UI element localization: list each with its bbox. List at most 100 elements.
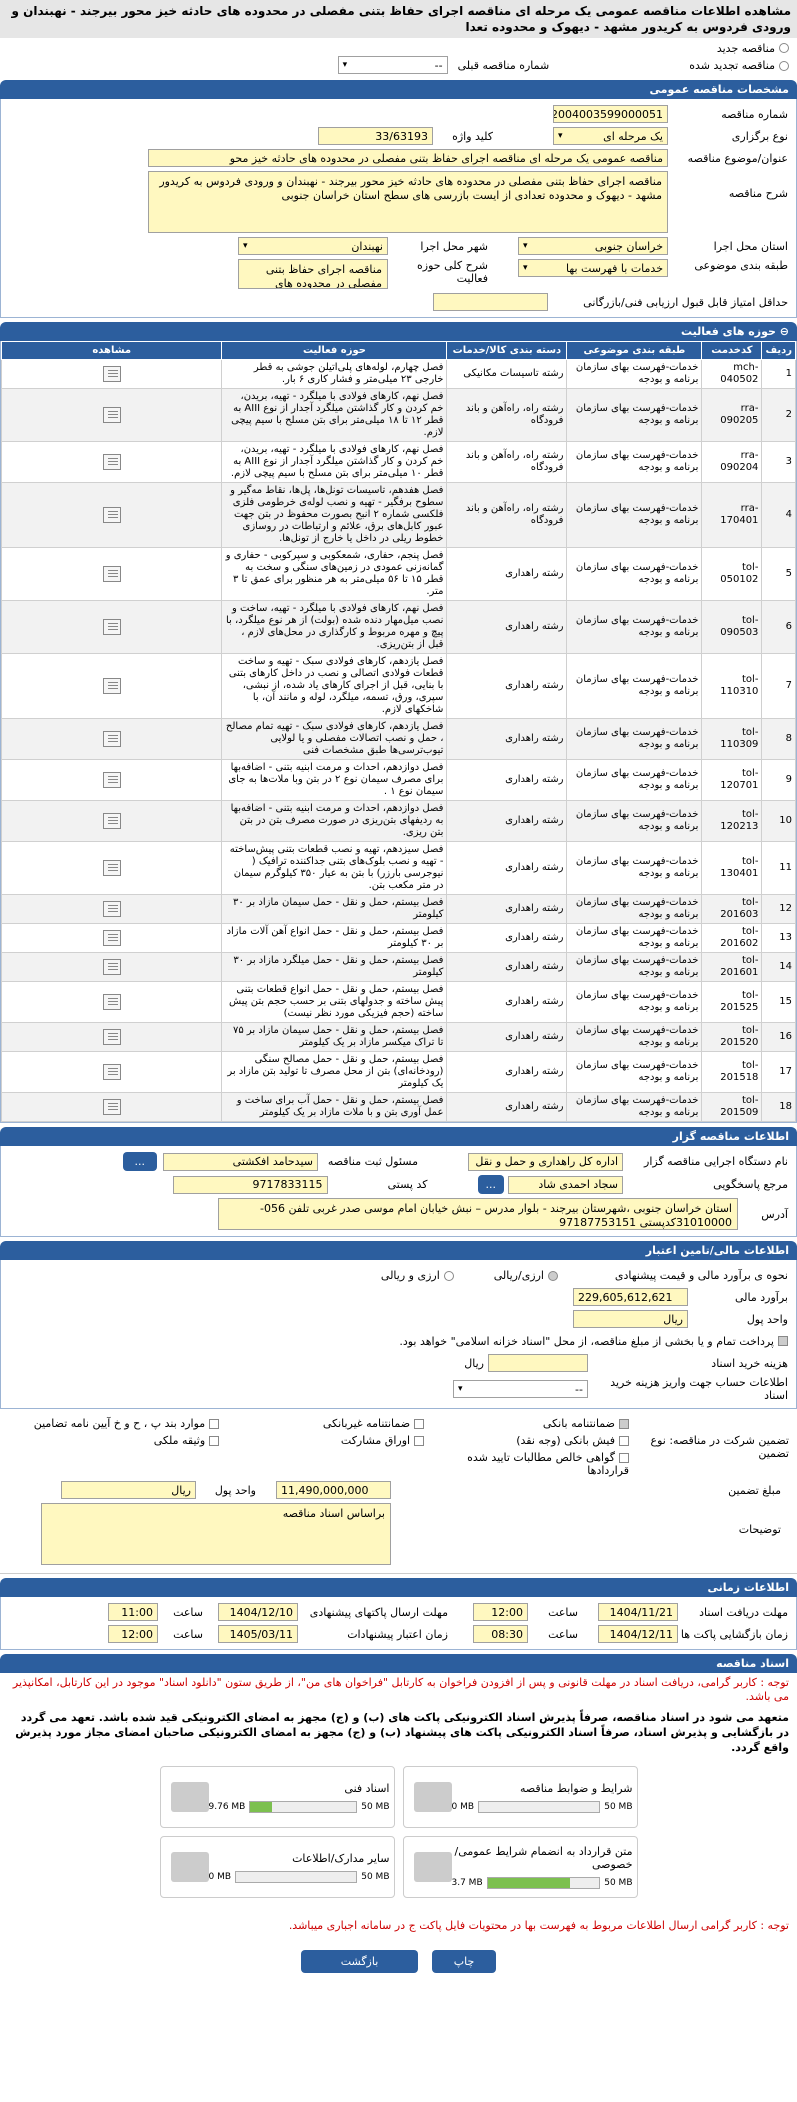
file-box[interactable]: سایر مدارک/اطلاعات 0 MB 50 MB (159, 1836, 395, 1898)
view-cell[interactable] (0, 800, 223, 842)
view-cell[interactable] (0, 981, 223, 1023)
view-doc-icon[interactable] (102, 731, 121, 747)
table-cell: 15 (761, 981, 796, 1023)
table-row: 14 tol-201601 خدمات-فهرست بهای سازمان برنا… (0, 952, 796, 982)
guarantee-checkbox[interactable] (209, 1419, 220, 1429)
view-cell[interactable] (0, 441, 223, 483)
table-cell: رشته راه، راه‌آهن و باند فرودگاه (446, 482, 568, 548)
city-value: نهبندان (351, 239, 383, 253)
view-doc-icon[interactable] (102, 930, 121, 946)
city-select[interactable]: نهبندان (238, 237, 388, 255)
file-box[interactable]: شرایط و ضوابط مناقصه 0 MB 50 MB (402, 1766, 638, 1828)
guarantee-option[interactable]: وثیقه ملکی (14, 1432, 220, 1449)
view-cell[interactable] (0, 952, 223, 982)
radio-renewed[interactable]: مناقصه تجدید شده (689, 59, 789, 72)
view-doc-icon[interactable] (102, 619, 121, 635)
view-doc-icon[interactable] (102, 507, 121, 523)
min-score-label: حداقل امتیاز قابل قبول ارزیابی فنی/بازرگ… (583, 295, 788, 309)
file-box[interactable]: متن قرارداد به انضمام شرایط عمومی/خصوصی 3… (402, 1836, 638, 1898)
view-doc-icon[interactable] (102, 959, 121, 975)
acct-select[interactable]: -- (453, 1380, 588, 1398)
prev-number-select[interactable]: -- (337, 56, 448, 74)
send-date: 1404/12/10 (218, 1603, 298, 1621)
guarantee-option[interactable]: اوراق مشارکت (219, 1432, 425, 1449)
subject-label: عنوان/موضوع مناقصه (687, 151, 788, 165)
print-button[interactable]: چاپ (431, 1950, 497, 1973)
est-opt2-radio[interactable]: ارزی و ریالی (381, 1269, 454, 1282)
table-cell: رشته راهداری (446, 1051, 568, 1093)
guarantee-checkbox[interactable] (414, 1436, 425, 1446)
view-cell[interactable] (0, 653, 223, 719)
table-cell: رشته راهداری (446, 653, 568, 719)
guarantee-checkbox[interactable] (209, 1436, 220, 1446)
view-cell[interactable] (0, 718, 223, 760)
unit-field: ریال (573, 1310, 688, 1328)
est-opt1-radio[interactable]: ارزی/ریالی (494, 1269, 558, 1282)
folder-icon[interactable] (170, 1782, 209, 1812)
folder-icon[interactable] (413, 1782, 452, 1812)
view-doc-icon[interactable] (102, 772, 121, 788)
view-cell[interactable] (0, 1092, 223, 1122)
collapse-icon[interactable]: ⊖ (776, 325, 789, 338)
hold-select[interactable]: یک مرحله ای (553, 127, 668, 145)
view-doc-icon[interactable] (102, 566, 121, 582)
view-cell[interactable] (0, 923, 223, 953)
view-cell[interactable] (0, 1051, 223, 1093)
view-doc-icon[interactable] (102, 901, 121, 917)
view-cell[interactable] (0, 894, 223, 924)
guarantee-checkbox[interactable] (619, 1453, 629, 1463)
view-doc-icon[interactable] (102, 1064, 121, 1080)
table-cell: tol-120213 (701, 800, 763, 842)
table-cell: tol-201601 (701, 952, 763, 982)
file-progress (478, 1800, 601, 1813)
view-cell[interactable] (0, 759, 223, 801)
view-doc-icon[interactable] (102, 454, 121, 470)
g-unit-field: ریال (61, 1481, 196, 1499)
view-cell[interactable] (0, 841, 223, 895)
view-doc-icon[interactable] (102, 1099, 121, 1115)
acct-label: اطلاعات حساب جهت واریز هزینه خرید اسناد (610, 1376, 788, 1402)
view-doc-icon[interactable] (102, 366, 121, 382)
guarantee-option[interactable]: ضمانتنامه غیربانکی (219, 1415, 425, 1432)
radio-new[interactable]: مناقصه جدید (8, 40, 789, 56)
file-box[interactable]: اسناد فنی 9.76 MB 50 MB (159, 1766, 395, 1828)
folder-icon[interactable] (413, 1852, 452, 1882)
view-cell[interactable] (0, 1022, 223, 1052)
view-doc-icon[interactable] (102, 813, 121, 829)
back-button[interactable]: بازگشت (300, 1950, 419, 1973)
file-max: 50 MB (361, 1801, 390, 1812)
resp-more-button[interactable]: ... (122, 1152, 157, 1171)
view-cell[interactable] (0, 547, 223, 601)
class-select[interactable]: خدمات با فهرست بها (518, 259, 668, 277)
guarantee-checkbox[interactable] (414, 1419, 425, 1429)
guarantee-option[interactable]: موارد بند پ ، ح و خ آیین نامه تضامین (14, 1415, 220, 1432)
view-cell[interactable] (0, 482, 223, 548)
guarantee-option[interactable]: فیش بانکی (وجه نقد) (424, 1432, 629, 1449)
view-doc-icon[interactable] (102, 1029, 121, 1045)
guarantee-type-label: تضمین شرکت در مناقصه: نوع تضمین (650, 1434, 789, 1460)
resp-label: مسئول ثبت مناقصه (327, 1155, 418, 1168)
province-select[interactable]: خراسان جنوبی (518, 237, 668, 255)
guarantee-option[interactable]: گواهی خالص مطالبات تایید شده قراردادها (424, 1449, 629, 1479)
guarantee-option[interactable]: ضمانتنامه بانکی (424, 1415, 629, 1432)
treasury-checkbox[interactable] (778, 1336, 788, 1346)
view-cell[interactable] (0, 600, 223, 654)
open-time: 08:30 (473, 1625, 528, 1643)
activities-table: ردیف کدخدمت طبقه بندی موضوعی دسته بندی کالا… (0, 341, 796, 1122)
view-doc-icon[interactable] (102, 860, 121, 876)
table-cell: رشته راه، راه‌آهن و باند فرودگاه (446, 441, 568, 483)
guarantee-checkbox[interactable] (619, 1419, 629, 1429)
docs-header: اسناد مناقصه (0, 1654, 797, 1673)
view-cell[interactable] (0, 359, 223, 389)
view-cell[interactable] (0, 388, 223, 442)
view-doc-icon[interactable] (102, 407, 121, 423)
table-cell: خدمات-فهرست بهای سازمان برنامه و بودجه (566, 359, 703, 389)
table-cell: tol-050102 (701, 547, 763, 601)
ref-more-button[interactable]: ... (477, 1175, 504, 1194)
view-doc-icon[interactable] (102, 994, 121, 1010)
view-doc-icon[interactable] (102, 678, 121, 694)
folder-icon[interactable] (170, 1852, 209, 1882)
guarantee-checkbox[interactable] (619, 1436, 629, 1446)
table-cell: رشته راهداری (446, 923, 568, 953)
table-cell: فصل بیستم، حمل و نقل - حمل سیمان مازاد ب… (221, 894, 448, 924)
